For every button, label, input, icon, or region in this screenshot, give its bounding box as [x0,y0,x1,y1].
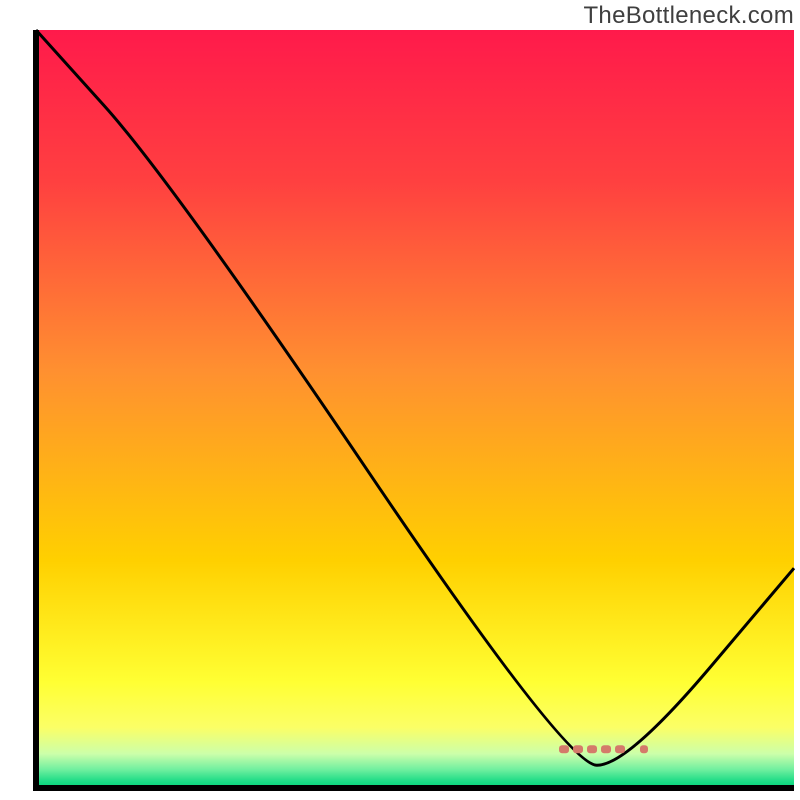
bottleneck-chart [0,0,800,800]
chart-stage: TheBottleneck.com [0,0,800,800]
plot-background [36,30,794,788]
